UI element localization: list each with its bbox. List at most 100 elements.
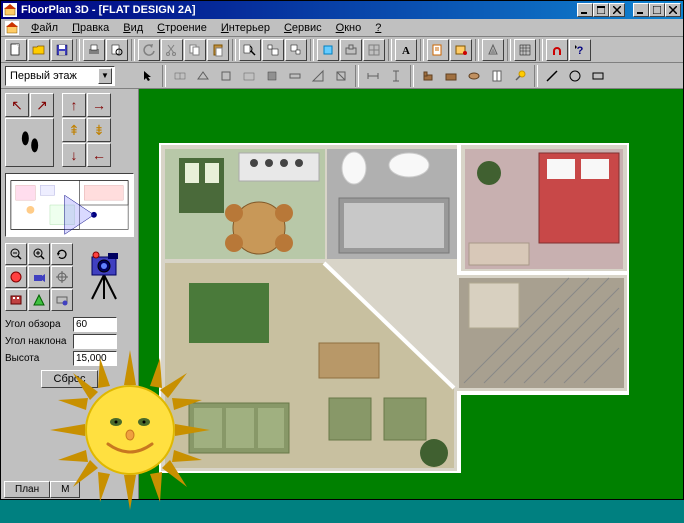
menu-help[interactable]: ? [369, 21, 387, 35]
shape-tool-7[interactable] [330, 65, 352, 87]
wall-tool[interactable] [169, 65, 191, 87]
rect-tool[interactable] [587, 65, 609, 87]
separator [539, 39, 543, 61]
circle-tool[interactable] [564, 65, 586, 87]
grid-button[interactable] [514, 39, 536, 61]
zoom-minus-button[interactable] [5, 243, 27, 265]
copy-button[interactable] [184, 39, 206, 61]
height-input[interactable] [73, 351, 117, 366]
tab-model[interactable]: М [50, 481, 80, 498]
tool-button-5[interactable] [450, 39, 472, 61]
shape-tool-4[interactable] [261, 65, 283, 87]
menu-window[interactable]: Окно [330, 21, 368, 35]
preview-button[interactable] [106, 39, 128, 61]
furniture-tool-1[interactable] [417, 65, 439, 87]
tool-button-2[interactable] [340, 39, 362, 61]
nav-upright-button[interactable]: ↗ [30, 93, 54, 117]
shape-tool-6[interactable] [307, 65, 329, 87]
nav-left-button[interactable]: ← [87, 143, 111, 167]
camera-tool-1[interactable] [5, 266, 27, 288]
camera-tool-6[interactable] [51, 289, 73, 311]
nav-down-button[interactable]: ↓ [62, 143, 86, 167]
undo-button[interactable] [138, 39, 160, 61]
minimize-button[interactable] [577, 3, 593, 17]
print-button[interactable] [83, 39, 105, 61]
paste-button[interactable] [207, 39, 229, 61]
maximize-button[interactable] [593, 3, 609, 17]
zoom-out-button[interactable] [285, 39, 307, 61]
furniture-tool-5[interactable] [509, 65, 531, 87]
nav-upleft-button[interactable]: ↖ [5, 93, 29, 117]
navigation-grid: ↖ ↗ ↑ → ⇞ ⇟ ↓ ← [5, 93, 134, 167]
separator [420, 39, 424, 61]
nav-altdn-button[interactable]: ⇟ [87, 118, 111, 142]
camera-tool-5[interactable] [28, 289, 50, 311]
floor-plan-rendering [159, 143, 629, 473]
shape-tool-2[interactable] [215, 65, 237, 87]
dropdown-arrow-icon: ▼ [98, 68, 112, 84]
dimension-tool-2[interactable] [385, 65, 407, 87]
separator [310, 39, 314, 61]
nav-up-button[interactable]: ↑ [62, 93, 86, 117]
tab-plan[interactable]: План [4, 481, 50, 498]
open-button[interactable] [28, 39, 50, 61]
menu-file[interactable]: Файл [25, 21, 64, 35]
reset-button[interactable]: Сброс [41, 370, 99, 388]
shape-tool-3[interactable] [238, 65, 260, 87]
separator [76, 39, 80, 61]
svg-text:A: A [402, 45, 410, 57]
zoom-plus-button[interactable] [28, 243, 50, 265]
system-buttons [577, 3, 681, 17]
menu-service[interactable]: Сервис [278, 21, 328, 35]
text-tool-button[interactable]: A [395, 39, 417, 61]
separator [355, 65, 359, 87]
separator [410, 65, 414, 87]
cut-button[interactable] [161, 39, 183, 61]
tool-button-3[interactable] [363, 39, 385, 61]
menu-view[interactable]: Вид [117, 21, 149, 35]
menu-edit[interactable]: Правка [66, 21, 115, 35]
tool-button-6[interactable] [482, 39, 504, 61]
camera-tool-3[interactable] [51, 266, 73, 288]
help-button[interactable]: ? [569, 39, 591, 61]
line-tool[interactable] [541, 65, 563, 87]
separator [131, 39, 135, 61]
3d-canvas[interactable] [139, 89, 683, 499]
furniture-tool-2[interactable] [440, 65, 462, 87]
doc-close-button[interactable] [665, 3, 681, 17]
main-toolbar: A ? [1, 37, 683, 63]
app-window: FloorPlan 3D - [FLAT DESIGN 2A] Файл Пра… [0, 0, 684, 500]
tool-button-4[interactable] [427, 39, 449, 61]
find-button[interactable] [239, 39, 261, 61]
doc-maximize-button[interactable] [649, 3, 665, 17]
sidebar: ↖ ↗ ↑ → ⇞ ⇟ ↓ ← [1, 89, 139, 499]
walk-button[interactable] [5, 118, 54, 167]
separator [507, 39, 511, 61]
furniture-tool-4[interactable] [486, 65, 508, 87]
camera-tool-2[interactable] [28, 266, 50, 288]
app-icon [3, 3, 17, 17]
tilt-angle-input[interactable] [73, 334, 117, 349]
nav-altup-button[interactable]: ⇞ [62, 118, 86, 142]
dimension-tool-1[interactable] [362, 65, 384, 87]
nav-right-button[interactable]: → [87, 93, 111, 117]
refresh-button[interactable] [51, 243, 73, 265]
camera-tool-4[interactable] [5, 289, 27, 311]
save-button[interactable] [51, 39, 73, 61]
close-button[interactable] [609, 3, 625, 17]
view-angle-input[interactable] [73, 317, 117, 332]
menu-building[interactable]: Строение [151, 21, 213, 35]
furniture-tool-3[interactable] [463, 65, 485, 87]
tool-button-1[interactable] [317, 39, 339, 61]
view-angle-label: Угол обзора [5, 319, 69, 330]
floor-selector[interactable]: Первый этаж ▼ [5, 66, 115, 86]
pointer-tool[interactable] [137, 65, 159, 87]
new-button[interactable] [5, 39, 27, 61]
minimap[interactable] [5, 173, 134, 237]
shape-tool-1[interactable] [192, 65, 214, 87]
shape-tool-5[interactable] [284, 65, 306, 87]
zoom-in-button[interactable] [262, 39, 284, 61]
doc-minimize-button[interactable] [633, 3, 649, 17]
snap-button[interactable] [546, 39, 568, 61]
menu-interior[interactable]: Интерьер [215, 21, 276, 35]
